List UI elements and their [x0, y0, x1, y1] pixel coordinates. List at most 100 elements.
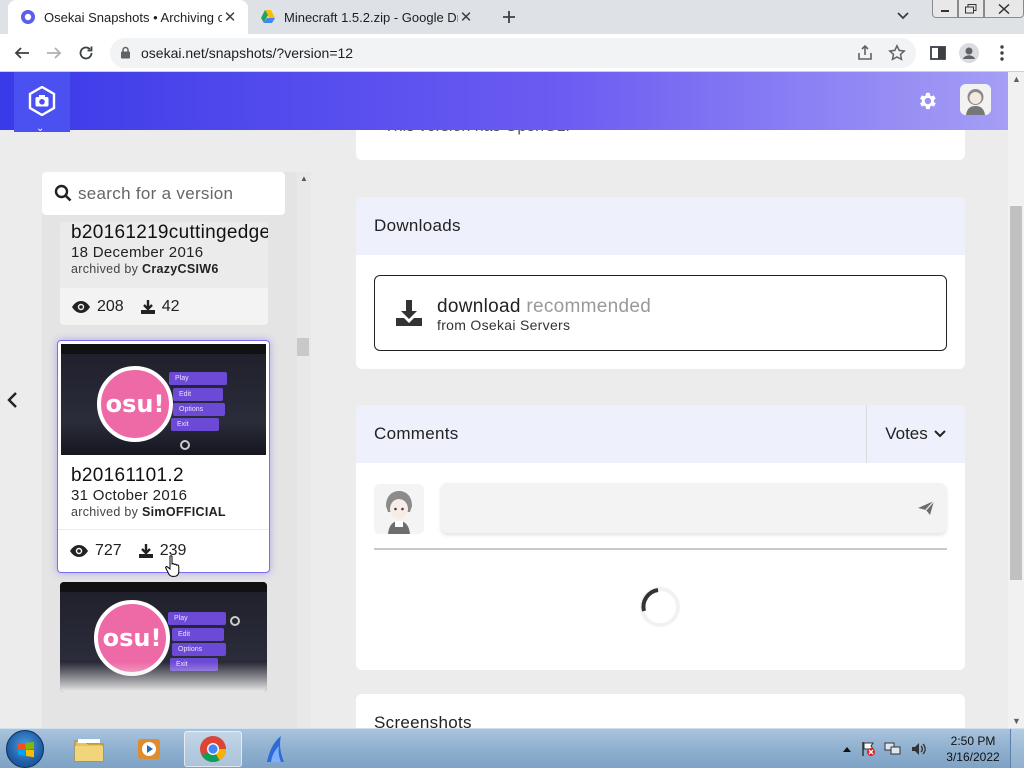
- comments-header: Comments Votes: [356, 405, 965, 463]
- share-icon[interactable]: [856, 44, 874, 62]
- window-controls: [932, 0, 1024, 18]
- chrome-menu-button[interactable]: [992, 43, 1012, 63]
- chrome-icon: [200, 736, 227, 763]
- download-label: download recommended: [437, 296, 651, 318]
- version-archiver: archived by CrazyCSIW6: [71, 262, 219, 276]
- user-avatar[interactable]: [960, 84, 991, 115]
- taskbar-app[interactable]: [246, 731, 304, 767]
- show-desktop-button[interactable]: [1010, 729, 1024, 768]
- comment-divider: [374, 548, 947, 550]
- version-screenshot: osu! Play Edit Options Exit: [61, 344, 266, 455]
- view-count: 727: [95, 542, 122, 559]
- close-tab-icon[interactable]: ✕: [222, 9, 238, 26]
- osu-menu-button: Exit: [171, 418, 219, 431]
- scroll-up-arrow-icon[interactable]: ▲: [1012, 74, 1021, 84]
- downloads-header: Downloads: [356, 197, 965, 255]
- sidebar-scrollbar[interactable]: ▲: [297, 172, 311, 728]
- download-recommended-button[interactable]: download recommended from Osekai Servers: [374, 275, 947, 351]
- downloads-title: Downloads: [374, 216, 461, 235]
- side-panel-button[interactable]: [928, 43, 948, 63]
- google-drive-favicon-icon: [261, 10, 275, 23]
- osekai-favicon-icon: [21, 10, 35, 24]
- chevron-left-icon[interactable]: [6, 390, 20, 410]
- tab-strip: Osekai Snapshots • Archiving osu! ✕ Mine…: [0, 0, 1024, 34]
- version-date: 31 October 2016: [71, 487, 188, 504]
- comment-sort-dropdown[interactable]: Votes: [866, 405, 964, 463]
- archived-by-label: archived by: [71, 262, 139, 276]
- app-switcher-button[interactable]: ⌄: [14, 72, 70, 134]
- page-scrollbar[interactable]: ▲ ▼: [1008, 72, 1024, 728]
- archiver-name: CrazyCSIW6: [142, 262, 219, 276]
- show-hidden-icons-icon[interactable]: [842, 745, 852, 753]
- taskbar-file-explorer[interactable]: [60, 731, 118, 767]
- view-count: 208: [97, 298, 124, 315]
- sidebar-scroll-thumb[interactable]: [297, 338, 309, 356]
- restore-button[interactable]: [958, 0, 984, 18]
- version-search-input[interactable]: [78, 181, 278, 207]
- archiver-name: SimOFFICIAL: [142, 505, 226, 519]
- address-bar[interactable]: osekai.net/snapshots/?version=12: [110, 38, 916, 68]
- close-tab-icon[interactable]: ✕: [458, 9, 474, 26]
- commenter-avatar: [374, 484, 424, 534]
- close-window-button[interactable]: [984, 0, 1024, 18]
- eye-icon: [70, 545, 88, 557]
- start-button[interactable]: [6, 730, 44, 768]
- version-card[interactable]: osu! Play Edit Options Exit: [60, 582, 267, 692]
- downloads-panel: Downloads download recommended from Osek…: [356, 197, 965, 369]
- version-screenshot: osu! Play Edit Options Exit: [60, 582, 267, 692]
- osu-menu-button: Play: [168, 612, 226, 625]
- version-date: 18 December 2016: [71, 244, 204, 261]
- profile-button[interactable]: [959, 43, 979, 63]
- volume-icon[interactable]: [910, 741, 928, 757]
- reload-button[interactable]: [76, 43, 96, 63]
- page-scroll-thumb[interactable]: [1010, 206, 1022, 580]
- app-icon: [267, 736, 284, 762]
- action-center-flag-icon[interactable]: [860, 741, 876, 757]
- settings-gear-icon[interactable]: [916, 90, 938, 112]
- scroll-down-arrow-icon[interactable]: ▼: [1012, 716, 1021, 726]
- screenshots-panel: Screenshots: [356, 694, 965, 728]
- tab-google-drive[interactable]: Minecraft 1.5.2.zip - Google Drive ✕: [254, 0, 486, 34]
- bookmark-star-icon[interactable]: [888, 44, 906, 62]
- osu-menu-button: Edit: [172, 628, 224, 641]
- more-vertical-icon: [1000, 45, 1004, 61]
- avatar-image: [960, 84, 991, 115]
- send-icon[interactable]: [917, 500, 935, 516]
- osu-logo: osu!: [97, 366, 173, 442]
- forward-button[interactable]: [44, 43, 64, 63]
- download-icon: [396, 300, 422, 326]
- minimize-button[interactable]: [932, 0, 958, 18]
- media-player-icon: [138, 739, 160, 759]
- clock-date: 3/16/2022: [946, 750, 1000, 764]
- minimize-icon: [941, 9, 949, 12]
- scroll-up-arrow-icon[interactable]: ▲: [300, 174, 308, 183]
- tab-search-button[interactable]: [896, 9, 914, 25]
- version-archiver: archived by SimOFFICIAL: [71, 505, 226, 519]
- lock-icon[interactable]: [120, 46, 131, 59]
- hand-cursor-icon: [165, 555, 180, 577]
- site-header: ⌄: [0, 72, 1008, 134]
- windows-logo-icon: [18, 741, 34, 758]
- version-name: b20161219cuttingedge: [71, 222, 268, 243]
- snapshots-logo-icon: [28, 86, 56, 116]
- arrow-right-icon: [47, 47, 62, 59]
- windows-taskbar: 2:50 PM 3/16/2022: [0, 728, 1024, 768]
- version-card[interactable]: b20161219cuttingedge 18 December 2016 ar…: [60, 222, 268, 325]
- tab-osekai[interactable]: Osekai Snapshots • Archiving osu! ✕: [8, 0, 248, 34]
- comments-panel: Comments Votes: [356, 405, 965, 670]
- download-source: from Osekai Servers: [437, 317, 571, 333]
- download-main-label: download: [437, 296, 521, 317]
- version-search-box[interactable]: [42, 172, 285, 215]
- osu-menu-button: Options: [173, 403, 225, 416]
- url-text[interactable]: osekai.net/snapshots/?version=12: [141, 45, 353, 61]
- taskbar-clock[interactable]: 2:50 PM 3/16/2022: [942, 733, 1004, 765]
- version-card-selected[interactable]: osu! Play Edit Options Exit b20161101.2 …: [57, 340, 270, 573]
- taskbar-chrome[interactable]: [184, 731, 242, 767]
- close-icon: [998, 3, 1010, 14]
- network-icon[interactable]: [884, 741, 902, 757]
- comment-input[interactable]: [441, 483, 946, 533]
- new-tab-button[interactable]: [498, 6, 520, 28]
- taskbar-media-player[interactable]: [120, 731, 178, 767]
- archived-by-label: archived by: [71, 505, 139, 519]
- back-button[interactable]: [12, 43, 32, 63]
